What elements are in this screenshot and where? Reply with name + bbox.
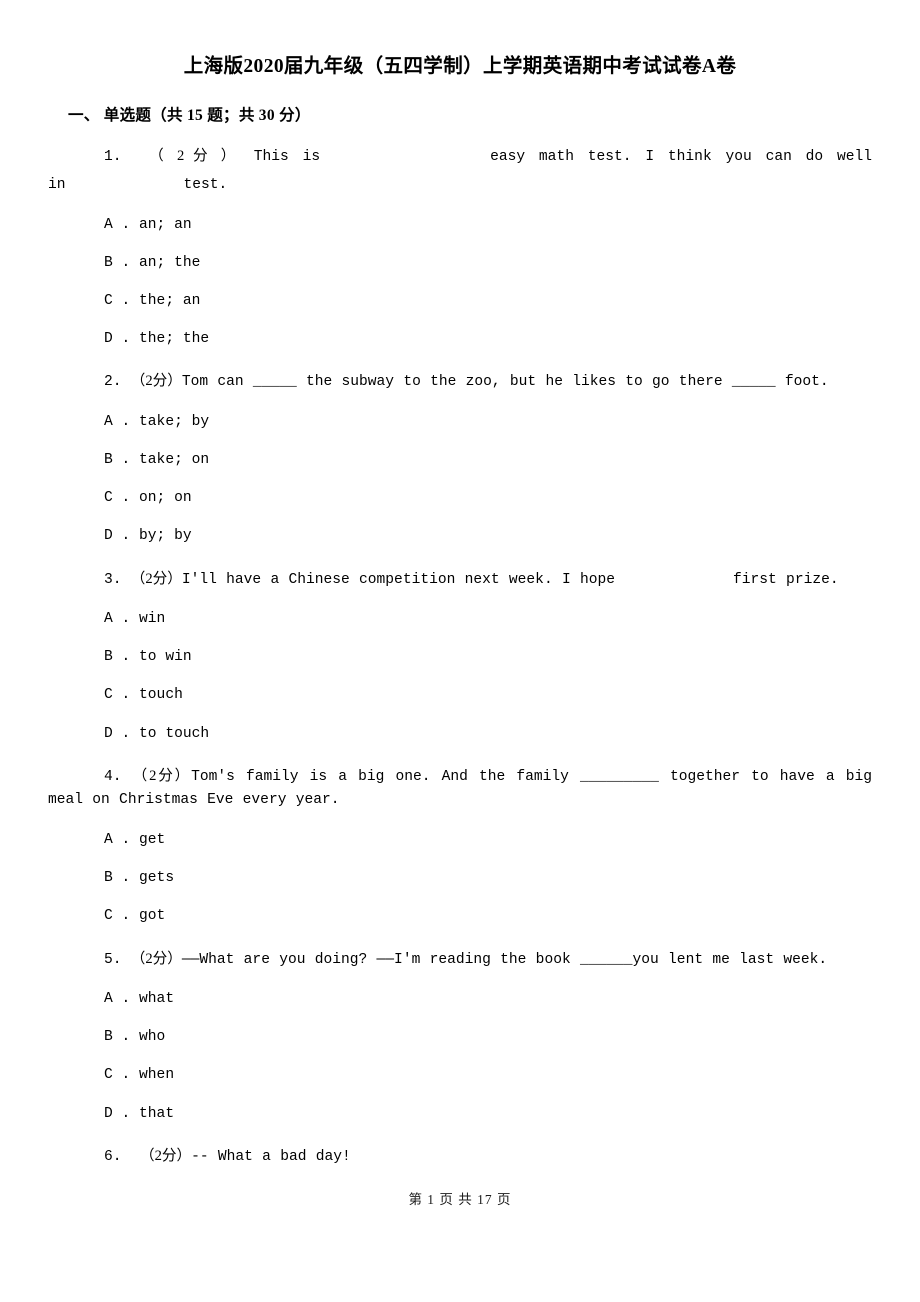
option-text: on; on (139, 490, 192, 507)
option-text: who (139, 1029, 166, 1046)
question-stem: 6. （2分）-- What a bad day! (48, 1125, 872, 1170)
question-text-b: easy math test. I think you can do well (490, 149, 872, 166)
option-row[interactable]: D . that (48, 1087, 872, 1125)
question-text: ——What are you doing? ——I'm reading the … (181, 951, 828, 968)
question-item: 5. （2分）——What are you doing? ——I'm readi… (48, 928, 872, 1125)
question-score: （2分） (130, 570, 182, 587)
page-title: 上海版2020届九年级（五四学制）上学期英语期中考试试卷A卷 (183, 56, 737, 77)
option-label: A . (104, 413, 131, 430)
option-text: get (139, 832, 166, 849)
question-item: 2. （2分）Tom can _____ the subway to the z… (48, 350, 872, 547)
option-text: gets (139, 870, 175, 887)
option-label: B . (104, 452, 131, 469)
option-label: A . (104, 832, 131, 849)
option-label: C . (104, 687, 131, 704)
question-score: （2分） (132, 767, 192, 784)
option-text: win (139, 611, 166, 628)
question-text-b: first prize. (733, 571, 839, 588)
option-row[interactable]: A . win (48, 592, 872, 630)
option-label: A . (104, 611, 131, 628)
option-row[interactable]: C . on; on (48, 471, 872, 509)
option-row[interactable]: A . an; an (48, 198, 872, 236)
option-text: touch (139, 687, 183, 704)
question-item: 1. （ 2 分 ） This is easy math test. I thin… (48, 125, 872, 350)
option-text: what (139, 991, 175, 1008)
option-row[interactable]: A . take; by (48, 395, 872, 433)
question-text: Tom can _____ the subway to the zoo, but… (181, 374, 829, 391)
option-row[interactable]: B . an; the (48, 236, 872, 274)
option-text: take; on (139, 452, 210, 469)
option-row[interactable]: C . when (48, 1048, 872, 1086)
option-text: to win (139, 649, 192, 666)
option-label: B . (104, 1029, 131, 1046)
section-heading: 一、 单选题（共 15 题；共 30 分） (68, 107, 311, 125)
option-row[interactable]: D . to touch (48, 707, 872, 745)
question-number: 6. (104, 1148, 122, 1165)
question-stem: 3. （2分）I'll have a Chinese competition n… (48, 548, 872, 593)
option-text: by; by (139, 528, 192, 545)
question-score: （2分） (130, 950, 182, 967)
option-label: D . (104, 331, 131, 348)
question-number: 1. (104, 149, 122, 166)
question-text-a: This is (253, 149, 321, 166)
option-row[interactable]: D . the; the (48, 312, 872, 350)
question-item: 3. （2分）I'll have a Chinese competition n… (48, 548, 872, 745)
question-text: -- What a bad day! (191, 1148, 351, 1165)
question-text-a: I'll have a Chinese competition next wee… (181, 571, 616, 588)
question-item: 6. （2分）-- What a bad day! (48, 1125, 872, 1170)
question-list: 1. （ 2 分 ） This is easy math test. I thin… (48, 125, 872, 1169)
option-label: D . (104, 1105, 131, 1122)
page-footer: 第 1 页 共 17 页 (408, 1192, 512, 1207)
option-row[interactable]: A . get (48, 813, 872, 851)
option-row[interactable]: B . take; on (48, 433, 872, 471)
option-label: D . (104, 725, 131, 742)
option-text: when (139, 1067, 175, 1084)
exam-paper-page: 上海版2020届九年级（五四学制）上学期英语期中考试试卷A卷 一、 单选题（共 … (0, 0, 920, 1302)
option-label: B . (104, 254, 131, 271)
option-label: A . (104, 216, 131, 233)
option-label: C . (104, 490, 131, 507)
option-label: C . (104, 908, 131, 925)
question-stem: 5. （2分）——What are you doing? ——I'm readi… (48, 928, 872, 973)
question-score: （2分） (130, 373, 182, 390)
question-item: 4. （2分）Tom's family is a big one. And th… (48, 745, 872, 928)
option-row[interactable]: C . got (48, 889, 872, 927)
option-text: an; the (139, 254, 201, 271)
option-row[interactable]: B . who (48, 1010, 872, 1048)
question-number: 5. (104, 951, 122, 968)
option-row[interactable]: D . by; by (48, 509, 872, 547)
question-stem: 1. （ 2 分 ） This is easy math test. I thin… (48, 125, 872, 170)
option-text: got (139, 908, 166, 925)
option-label: A . (104, 991, 131, 1008)
question-stem: 4. （2分）Tom's family is a big one. And th… (48, 745, 872, 813)
question-score: （2分） (140, 1147, 192, 1164)
option-text: the; an (139, 292, 201, 309)
option-label: C . (104, 292, 131, 309)
option-label: B . (104, 870, 131, 887)
option-row[interactable]: C . the; an (48, 274, 872, 312)
question-number: 2. (104, 374, 122, 391)
option-text: take; by (139, 413, 210, 430)
option-text: an; an (139, 216, 192, 233)
option-label: B . (104, 649, 131, 666)
option-label: D . (104, 528, 131, 545)
option-row[interactable]: A . what (48, 972, 872, 1010)
option-text: to touch (139, 725, 210, 742)
question-number: 4. (104, 768, 122, 785)
question-stem-continued: in test. (48, 170, 872, 198)
question-score: （ 2 分 ） (149, 148, 240, 165)
option-row[interactable]: C . touch (48, 668, 872, 706)
option-label: C . (104, 1067, 131, 1084)
option-row[interactable]: B . gets (48, 851, 872, 889)
question-number: 3. (104, 571, 122, 588)
option-text: the; the (139, 331, 210, 348)
question-text-c: in (48, 176, 66, 193)
option-text: that (139, 1105, 175, 1122)
question-text-d: test. (183, 176, 228, 193)
question-stem: 2. （2分）Tom can _____ the subway to the z… (48, 350, 872, 395)
option-row[interactable]: B . to win (48, 630, 872, 668)
